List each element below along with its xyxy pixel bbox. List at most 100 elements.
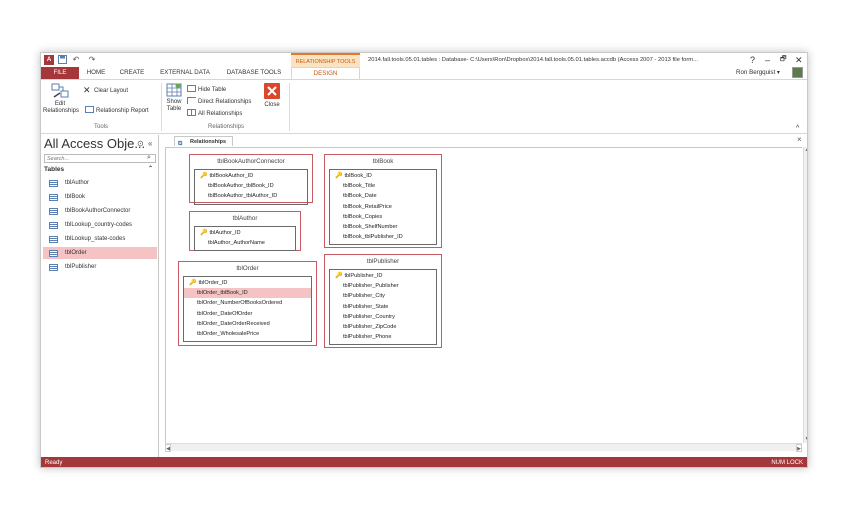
horizontal-scrollbar[interactable]: ◀ ▶	[165, 443, 802, 452]
relationship-report-button[interactable]: Relationship Report	[85, 106, 149, 116]
table-window-tblpublisher[interactable]: tblPublisher 🔑 tblPublisher_ID tblPublish…	[324, 254, 442, 348]
field-row[interactable]: tblBookAuthor_tblBook_ID	[195, 181, 307, 191]
redo-icon[interactable]: ↷	[87, 55, 97, 65]
relationship-report-label: Relationship Report	[96, 108, 149, 114]
table-window-tblbookauthorconnector[interactable]: tblBookAuthorConnector 🔑 tblBookAuthor_ID…	[189, 154, 313, 205]
scroll-right-icon[interactable]: ▶	[796, 444, 802, 452]
nav-group-tables[interactable]: Tables ⌃	[44, 165, 156, 174]
status-text: Ready	[45, 460, 63, 466]
vertical-scrollbar[interactable]: ▲ ▼	[803, 147, 807, 443]
tools-group-label: Tools	[93, 124, 108, 130]
status-bar: Ready NUM LOCK	[41, 457, 807, 467]
hide-table-label: Hide Table	[198, 87, 227, 93]
help-icon[interactable]: ?	[750, 54, 755, 66]
field-row[interactable]: tblOrder_DateOrderReceived	[184, 319, 311, 329]
nav-menu-chevron-icon[interactable]: ⊙	[137, 139, 144, 148]
field-row[interactable]: tblPublisher_ZipCode	[330, 322, 436, 332]
ribbon-separator	[161, 83, 162, 131]
edit-relationships-button[interactable]: Edit Relationships	[43, 83, 79, 115]
show-table-button[interactable]: Show Table	[164, 83, 184, 113]
field-name: tblOrder_tblBook_ID	[197, 290, 248, 297]
field-list: 🔑 tblBookAuthor_ID tblBookAuthor_tblBook_…	[194, 169, 308, 205]
close-label: Close	[264, 102, 280, 108]
field-row[interactable]: tblBook_RetailPrice	[330, 202, 436, 212]
table-window-tblauthor[interactable]: tblAuthor 🔑 tblAuthor_ID tblAuthor_Author…	[189, 211, 301, 252]
tab-relationships[interactable]: ⧉ Relationships	[174, 136, 234, 147]
nav-item-tblpublisher[interactable]: tblPublisher	[43, 261, 157, 273]
user-account-name[interactable]: Ron Bergquist ▾	[736, 67, 780, 79]
nav-item-tblorder[interactable]: tblOrder	[43, 247, 157, 259]
collapse-ribbon-icon[interactable]: ^	[796, 124, 799, 133]
close-relationships-button[interactable]: Close	[260, 83, 284, 109]
undo-icon[interactable]: ↶	[71, 55, 81, 65]
field-row[interactable]: tblPublisher_Country	[330, 312, 436, 322]
field-row[interactable]: 🔑 tblBookAuthor_ID	[195, 171, 307, 181]
avatar[interactable]	[792, 67, 803, 78]
field-row[interactable]: tblBook_Title	[330, 181, 436, 191]
nav-pane-title[interactable]: All Access Obje...	[44, 136, 145, 151]
field-row[interactable]: tblBookAuthor_tblAuthor_ID	[195, 191, 307, 201]
field-row[interactable]: tblAuthor_AuthorName	[195, 238, 295, 248]
doc-tab-label: Relationships	[190, 139, 227, 145]
table-title[interactable]: tblAuthor	[194, 212, 296, 226]
field-name: tblAuthor_ID	[209, 230, 241, 236]
document-area: ⧉ Relationships × tblBookAuthorConnector…	[161, 135, 807, 457]
field-row[interactable]: tblBook_tblPublisher_ID	[330, 232, 436, 242]
tab-design[interactable]: DESIGN	[291, 67, 360, 79]
clear-layout-button[interactable]: ✕ Clear Layout	[83, 86, 128, 96]
close-document-icon[interactable]: ×	[797, 135, 802, 144]
nav-item-tblauthor[interactable]: tblAuthor	[43, 177, 157, 189]
hide-table-button[interactable]: Hide Table	[187, 85, 226, 95]
field-name: tblBook_RetailPrice	[343, 203, 392, 210]
tab-create[interactable]: CREATE	[115, 67, 149, 79]
nav-item-tblbookauthorconnector[interactable]: tblBookAuthorConnector	[43, 205, 157, 217]
save-icon[interactable]	[57, 55, 67, 65]
field-row-selected[interactable]: tblOrder_tblBook_ID	[184, 288, 311, 299]
tab-home[interactable]: HOME	[81, 67, 111, 79]
search-input[interactable]	[44, 154, 156, 163]
minimize-icon[interactable]: –	[765, 54, 770, 66]
close-window-icon[interactable]: ✕	[795, 54, 803, 66]
nav-item-tbllookup-state-codes[interactable]: tblLookup_state-codes	[43, 233, 157, 245]
field-row[interactable]: 🔑 tblAuthor_ID	[195, 228, 295, 238]
scroll-down-icon[interactable]: ▼	[804, 436, 807, 443]
hide-table-icon	[187, 85, 196, 92]
primary-key-icon: 🔑	[200, 173, 208, 179]
field-row[interactable]: tblPublisher_Phone	[330, 332, 436, 342]
field-name: tblOrder_NumberOfBooksOrdered	[197, 300, 283, 307]
tab-file[interactable]: FILE	[41, 67, 79, 79]
tab-database-tools[interactable]: DATABASE TOOLS	[222, 67, 286, 79]
direct-relationships-button[interactable]: Direct Relationships	[187, 97, 251, 107]
field-row[interactable]: 🔑 tblOrder_ID	[184, 278, 311, 288]
table-title[interactable]: tblBook	[329, 155, 437, 169]
primary-key-icon: 🔑	[189, 280, 197, 286]
tab-external-data[interactable]: EXTERNAL DATA	[158, 67, 212, 79]
field-name: tblBook_tblPublisher_ID	[343, 234, 403, 241]
field-row[interactable]: tblBook_Date	[330, 191, 436, 201]
nav-item-tblbook[interactable]: tblBook	[43, 191, 157, 203]
field-row[interactable]: tblOrder_NumberOfBooksOrdered	[184, 298, 311, 308]
all-relationships-button[interactable]: All Relationships	[187, 109, 242, 119]
table-title[interactable]: tblOrder	[183, 262, 312, 276]
nav-item-tbllookup-country-codes[interactable]: tblLookup_country-codes	[43, 219, 157, 231]
restore-icon[interactable]: 🗗	[780, 54, 787, 66]
table-title[interactable]: tblPublisher	[329, 255, 437, 269]
field-row[interactable]: tblPublisher_State	[330, 302, 436, 312]
search-icon[interactable]: ⌕	[147, 154, 151, 162]
nav-collapse-icon[interactable]: «	[148, 139, 152, 148]
table-window-tblbook[interactable]: tblBook 🔑 tblBook_ID tblBook_Title tblBoo…	[324, 154, 442, 248]
field-row[interactable]: 🔑 tblPublisher_ID	[330, 271, 436, 281]
field-row[interactable]: tblBook_ShelfNumber	[330, 222, 436, 232]
table-title[interactable]: tblBookAuthorConnector	[194, 155, 308, 169]
field-row[interactable]: tblBook_Copies	[330, 212, 436, 222]
access-app-icon[interactable]: A	[44, 55, 54, 65]
field-row[interactable]: tblOrder_WholesalePrice	[184, 329, 311, 339]
table-window-tblorder[interactable]: tblOrder 🔑 tblOrder_ID tblOrder_tblBook_I…	[178, 261, 317, 346]
field-row[interactable]: tblOrder_DateOfOrder	[184, 309, 311, 319]
field-row[interactable]: tblPublisher_City	[330, 291, 436, 301]
relationships-canvas[interactable]: tblBookAuthorConnector 🔑 tblBookAuthor_ID…	[165, 147, 802, 443]
field-row[interactable]: tblPublisher_Publisher	[330, 281, 436, 291]
scroll-up-icon[interactable]: ▲	[804, 147, 807, 154]
field-row[interactable]: 🔑 tblBook_ID	[330, 171, 436, 181]
scroll-left-icon[interactable]: ◀	[165, 444, 171, 452]
